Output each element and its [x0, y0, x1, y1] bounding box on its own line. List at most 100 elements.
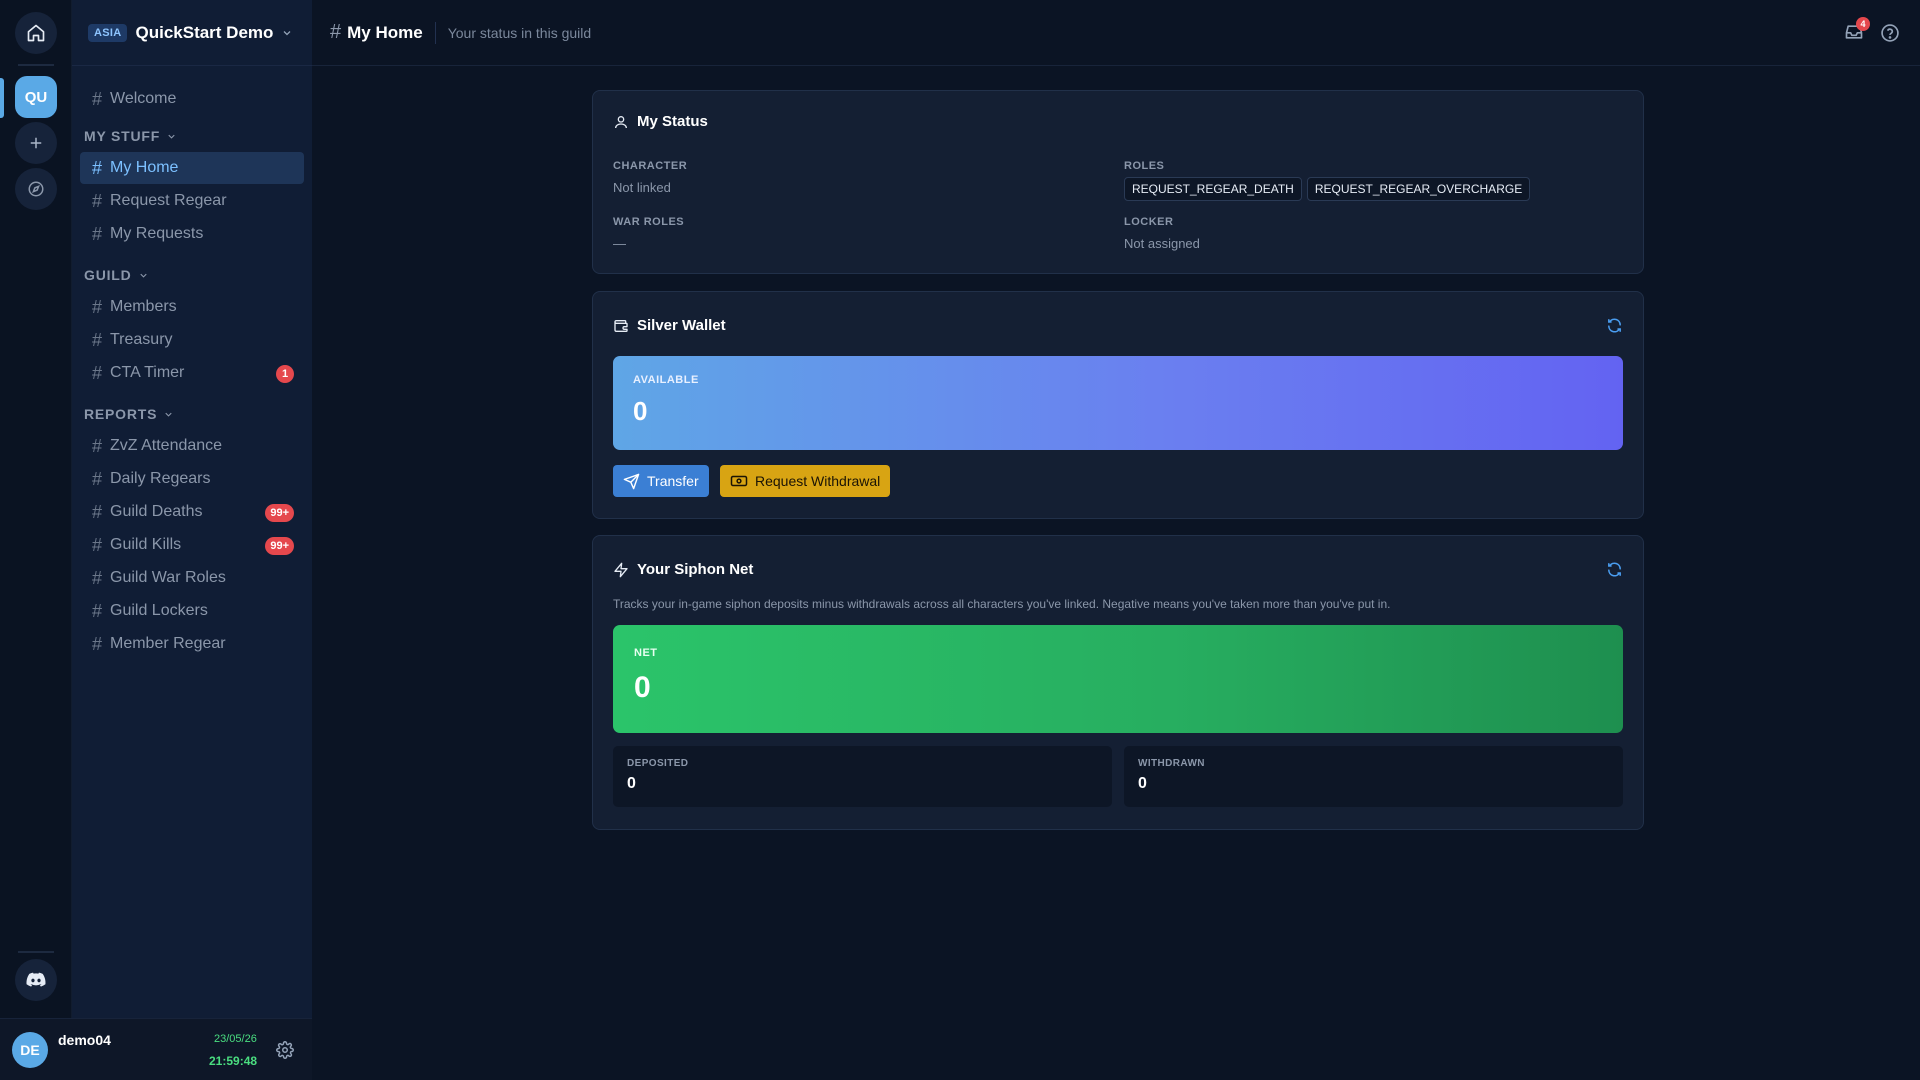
- hash-icon: #: [92, 468, 103, 489]
- role-chip: REQUEST_REGEAR_DEATH: [1124, 177, 1302, 201]
- sidebar-item-label: Request Regear: [110, 192, 227, 209]
- my-status-card: My Status CHARACTER Not linked ROLES REQ…: [592, 90, 1644, 274]
- sidebar-item-request-regear[interactable]: # Request Regear: [80, 185, 304, 217]
- roles-label: ROLES: [1124, 160, 1165, 172]
- guild-switcher[interactable]: ASIA QuickStart Demo: [72, 0, 312, 66]
- inbox-button[interactable]: 4: [1844, 17, 1870, 47]
- sidebar-item-welcome[interactable]: # Welcome: [80, 83, 304, 115]
- war-roles-label: WAR ROLES: [613, 216, 685, 228]
- card-title: My Status: [637, 113, 708, 130]
- sidebar-item-label: Guild Deaths: [110, 503, 203, 520]
- guild-name: QuickStart Demo: [135, 22, 274, 42]
- hash-icon: #: [92, 88, 103, 109]
- help-icon[interactable]: [1880, 23, 1900, 43]
- page-title: My Home: [347, 22, 423, 42]
- sidebar-item-label: My Home: [110, 159, 179, 176]
- add-server-button[interactable]: [15, 122, 57, 164]
- home-button[interactable]: [15, 12, 57, 54]
- transfer-button[interactable]: Transfer: [613, 465, 709, 497]
- sidebar-item-label: Members: [110, 298, 177, 315]
- net-balance-panel: NET 0: [613, 625, 1623, 733]
- siphon-description: Tracks your in-game siphon deposits minu…: [613, 597, 1391, 611]
- avatar[interactable]: DE: [12, 1032, 48, 1068]
- gear-icon[interactable]: [276, 1041, 294, 1059]
- inbox-badge: 4: [1856, 17, 1870, 31]
- user-panel: DE demo04 23/05/26 21:59:48: [0, 1018, 312, 1080]
- withdraw-label: Request Withdrawal: [755, 473, 881, 489]
- section-reports[interactable]: REPORTS: [72, 399, 312, 429]
- hash-icon: #: [92, 534, 103, 555]
- channel-list: # Welcome MY STUFF # My Home # Request Rege…: [72, 66, 312, 660]
- role-chip: REQUEST_REGEAR_OVERCHARGE: [1306, 177, 1531, 201]
- silver-wallet-card: Silver Wallet AVAILABLE 0 Transfer Reque…: [592, 291, 1644, 519]
- clock-date: 23/05/26: [214, 1033, 257, 1045]
- user-icon: [615, 115, 627, 128]
- section-my-stuff[interactable]: MY STUFF: [72, 121, 312, 151]
- available-value: 0: [633, 396, 648, 426]
- discord-button[interactable]: [15, 959, 57, 1001]
- deposited-value: 0: [627, 775, 636, 792]
- sidebar-item-guild-lockers[interactable]: # Guild Lockers: [80, 595, 304, 627]
- page-header: # My Home Your status in this guild 4: [312, 0, 1920, 66]
- sidebar-item-my-home[interactable]: # My Home: [80, 152, 304, 184]
- sidebar-item-my-requests[interactable]: # My Requests: [80, 218, 304, 250]
- lightning-icon: [614, 562, 628, 577]
- sidebar-item-members[interactable]: # Members: [80, 291, 304, 323]
- title-divider: [434, 21, 436, 44]
- available-label: AVAILABLE: [633, 374, 699, 386]
- siphon-net-card: Your Siphon Net Tracks your in-game siph…: [592, 535, 1644, 830]
- discord-icon: [26, 972, 46, 987]
- sidebar-item-member-regear[interactable]: # Member Regear: [80, 628, 304, 660]
- sidebar-item-daily-regears[interactable]: # Daily Regears: [80, 463, 304, 495]
- refresh-icon[interactable]: [1606, 561, 1623, 578]
- refresh-icon[interactable]: [1606, 317, 1623, 334]
- wallet-icon: [614, 319, 628, 332]
- notification-badge: 99+: [265, 504, 294, 522]
- transfer-label: Transfer: [647, 473, 699, 489]
- card-header: Your Siphon Net: [613, 561, 753, 578]
- sidebar-item-guild-deaths[interactable]: # Guild Deaths 99+: [80, 496, 304, 528]
- section-guild[interactable]: GUILD: [72, 260, 312, 290]
- hash-icon: #: [92, 435, 103, 456]
- request-withdrawal-button[interactable]: Request Withdrawal: [720, 465, 891, 497]
- sidebar-item-guild-kills[interactable]: # Guild Kills 99+: [80, 529, 304, 561]
- hash-icon: #: [92, 157, 103, 178]
- hash-icon: #: [92, 296, 103, 317]
- deposited-label: DEPOSITED: [627, 758, 689, 769]
- sidebar-item-label: Guild War Roles: [110, 569, 226, 586]
- card-header: My Status: [613, 113, 708, 130]
- hash-icon: #: [92, 223, 103, 244]
- username: demo04: [58, 1032, 111, 1048]
- hash-icon: #: [92, 501, 103, 522]
- war-roles-value: —: [613, 236, 626, 251]
- notification-badge: 99+: [265, 537, 294, 555]
- card-title: Your Siphon Net: [637, 561, 754, 578]
- active-server-indicator: [0, 78, 4, 118]
- rail-divider: [18, 64, 54, 66]
- sidebar-item-treasury[interactable]: # Treasury: [80, 324, 304, 356]
- locker-label: LOCKER: [1124, 216, 1174, 228]
- withdrawn-value: 0: [1138, 775, 1147, 792]
- hash-icon: #: [330, 21, 342, 43]
- character-value: Not linked: [613, 180, 671, 195]
- clock-time: 21:59:48: [209, 1054, 258, 1068]
- channel-sidebar: ASIA QuickStart Demo # Welcome MY STUFF #…: [72, 0, 312, 1018]
- home-icon: [27, 24, 45, 42]
- hash-icon: #: [92, 567, 103, 588]
- roles-list: REQUEST_REGEAR_DEATH REQUEST_REGEAR_OVERC…: [1124, 177, 1535, 201]
- server-icon-quickstart[interactable]: QU: [15, 76, 57, 118]
- chevron-down-icon: [283, 30, 291, 35]
- compass-icon: [28, 181, 44, 197]
- sidebar-item-guild-war-roles[interactable]: # Guild War Roles: [80, 562, 304, 594]
- sidebar-item-label: Treasury: [110, 331, 173, 348]
- section-title: MY STUFF: [84, 128, 161, 144]
- locker-value: Not assigned: [1124, 236, 1200, 251]
- hash-icon: #: [92, 362, 103, 383]
- withdrawn-label: WITHDRAWN: [1138, 758, 1205, 769]
- page-subtitle: Your status in this guild: [447, 24, 592, 41]
- sidebar-item-zvz-attendance[interactable]: # ZvZ Attendance: [80, 430, 304, 462]
- sidebar-item-label: Guild Lockers: [110, 602, 208, 619]
- explore-button[interactable]: [15, 168, 57, 210]
- cash-icon: [730, 475, 748, 487]
- sidebar-item-cta-timer[interactable]: # CTA Timer 1: [80, 357, 304, 389]
